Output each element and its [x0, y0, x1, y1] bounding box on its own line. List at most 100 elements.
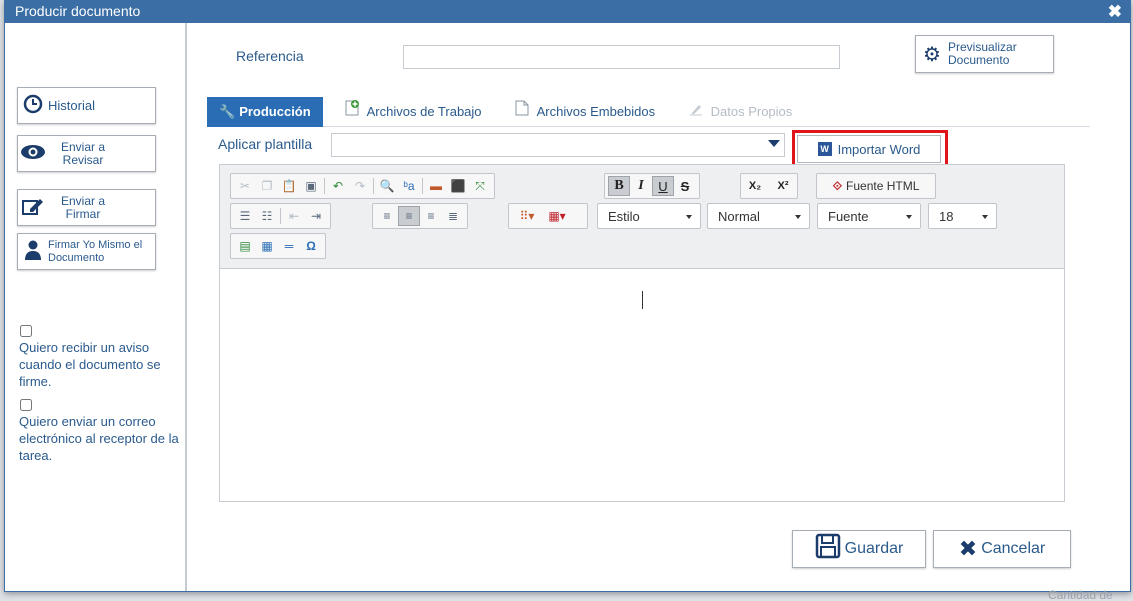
- sign-myself-label: Firmar Yo Mismo el Documento: [48, 238, 143, 264]
- embedded-file-icon: [515, 100, 533, 119]
- fullscreen-icon[interactable]: ⤧: [469, 176, 491, 196]
- reference-label: Referencia: [236, 48, 304, 64]
- import-word-button[interactable]: W Importar Word: [797, 135, 941, 163]
- strikethrough-icon[interactable]: S: [674, 176, 696, 196]
- chevron-down-icon: [768, 140, 780, 147]
- font-dropdown-value: Fuente: [828, 209, 869, 224]
- text-cursor: [642, 291, 643, 309]
- close-icon[interactable]: ✖: [1108, 2, 1122, 22]
- dialog-titlebar: Producir documento ✖: [5, 1, 1130, 23]
- tab-label: Archivos Embebidos: [536, 104, 656, 119]
- tab-datos-propios[interactable]: Datos Propios: [689, 97, 792, 127]
- toolbar-group-insert: ▤ ▦ ═ Ω: [230, 233, 326, 259]
- save-label: Guardar: [844, 540, 904, 557]
- toolbar-group-lists: ☰ ☷ ⇤ ⇥: [230, 203, 331, 229]
- tab-archivos-embebidos[interactable]: Archivos Embebidos: [515, 97, 655, 127]
- document-tabs: 🔧 Producción Archivos de Trabajo Archivos…: [207, 97, 1090, 127]
- insert-image-icon[interactable]: ▤: [234, 236, 256, 256]
- email-option: Quiero enviar un correo electrónico al r…: [19, 399, 181, 464]
- preview-document-button[interactable]: ⚙ Previsualizar Documento: [915, 35, 1054, 73]
- indent-icon[interactable]: ⇥: [305, 206, 327, 226]
- insert-table-icon[interactable]: ▦: [256, 236, 278, 256]
- notify-checkbox[interactable]: [20, 325, 32, 337]
- maximize-icon[interactable]: ⬛: [447, 176, 469, 196]
- clock-icon: [18, 94, 48, 117]
- template-select[interactable]: [331, 133, 785, 157]
- send-review-button[interactable]: Enviar a Revisar: [17, 135, 156, 172]
- wrench-icon: 🔧: [219, 104, 236, 119]
- tab-label: Archivos de Trabajo: [366, 104, 482, 119]
- toolbar-separator: [422, 178, 423, 194]
- redo-icon[interactable]: ↷: [349, 176, 371, 196]
- tab-label: Producción: [239, 104, 311, 119]
- find-icon[interactable]: 🔍: [376, 176, 398, 196]
- align-justify-icon[interactable]: ≣: [442, 206, 464, 226]
- undo-icon[interactable]: ↶: [327, 176, 349, 196]
- editor-content-area[interactable]: [220, 269, 1064, 501]
- chevron-down-icon: [795, 215, 801, 219]
- chevron-down-icon: [686, 215, 692, 219]
- outdent-icon[interactable]: ⇤: [283, 206, 305, 226]
- send-sign-button[interactable]: Enviar a Firmar: [17, 189, 156, 226]
- text-color-icon[interactable]: ⠿▾: [512, 206, 542, 226]
- replace-icon[interactable]: ᵇa: [398, 176, 420, 196]
- notify-checkbox-label: Quiero recibir un aviso cuando el docume…: [19, 340, 161, 389]
- style-dropdown-value: Estilo: [608, 209, 640, 224]
- copy-icon[interactable]: ❐: [256, 176, 278, 196]
- sign-pen-icon: [18, 196, 48, 219]
- toolbar-group-basic-styles: B I U S: [604, 173, 700, 199]
- toolbar-separator: [280, 208, 281, 224]
- special-char-icon[interactable]: Ω: [300, 236, 322, 256]
- paste-word-icon[interactable]: ▣: [300, 176, 322, 196]
- main-panel: Referencia ⚙ Previsualizar Documento 🔧 Pr…: [189, 23, 1130, 591]
- style-dropdown[interactable]: Estilo: [597, 203, 701, 229]
- bold-icon[interactable]: B: [608, 176, 630, 196]
- tab-produccion[interactable]: 🔧 Producción: [207, 97, 323, 127]
- horizontal-rule-icon[interactable]: ═: [278, 236, 300, 256]
- dialog-title: Producir documento: [15, 3, 141, 19]
- gear-icon: ⚙: [923, 43, 941, 66]
- floppy-disk-icon: [815, 533, 841, 565]
- save-button[interactable]: Guardar: [792, 530, 926, 568]
- bulleted-list-icon[interactable]: ☷: [256, 206, 278, 226]
- email-checkbox[interactable]: [20, 399, 32, 411]
- reference-input[interactable]: [403, 45, 840, 69]
- align-left-icon[interactable]: ≡: [376, 206, 398, 226]
- italic-icon[interactable]: I: [630, 176, 652, 196]
- import-word-label: Importar Word: [837, 141, 921, 157]
- cancel-button[interactable]: ✖ Cancelar: [933, 530, 1071, 568]
- align-right-icon[interactable]: ≡: [420, 206, 442, 226]
- chevron-down-icon: [982, 215, 988, 219]
- template-label: Aplicar plantilla: [218, 136, 313, 152]
- chevron-down-icon: [906, 215, 912, 219]
- cancel-label: Cancelar: [981, 540, 1046, 557]
- toolbar-group-clipboard: ✂ ❐ 📋 ▣ ↶ ↷ 🔍 ᵇa ▬ ⬛ ⤧: [230, 173, 495, 199]
- html-source-icon: ⟐: [832, 178, 843, 193]
- subscript-icon[interactable]: X₂: [744, 176, 766, 196]
- tab-label: Datos Propios: [710, 104, 793, 119]
- rich-text-editor: ✂ ❐ 📋 ▣ ↶ ↷ 🔍 ᵇa ▬ ⬛ ⤧ B I U S X₂ X² ⟐ F…: [219, 164, 1065, 502]
- sign-myself-button[interactable]: Firmar Yo Mismo el Documento: [17, 233, 156, 270]
- send-sign-label: Enviar a Firmar: [60, 193, 106, 221]
- align-center-icon[interactable]: ≡: [398, 206, 420, 226]
- cut-icon[interactable]: ✂: [234, 176, 256, 196]
- table-icon[interactable]: ▦▾: [542, 206, 572, 226]
- add-file-icon: [345, 100, 363, 119]
- source-html-button[interactable]: ⟐ Fuente HTML: [816, 173, 936, 199]
- paste-icon[interactable]: 📋: [278, 176, 300, 196]
- source-html-label: Fuente HTML: [846, 179, 920, 193]
- underline-icon[interactable]: U: [652, 176, 674, 196]
- font-dropdown[interactable]: Fuente: [817, 203, 921, 229]
- toolbar-group-colors: ⠿▾ ▦▾: [508, 203, 588, 229]
- image-icon[interactable]: ▬: [425, 176, 447, 196]
- tab-archivos-trabajo[interactable]: Archivos de Trabajo: [345, 97, 482, 127]
- numbered-list-icon[interactable]: ☰: [234, 206, 256, 226]
- font-size-dropdown[interactable]: 18: [928, 203, 997, 229]
- history-button[interactable]: Historial: [17, 87, 156, 124]
- format-dropdown[interactable]: Normal: [707, 203, 810, 229]
- preview-label: Previsualizar Documento: [948, 40, 1017, 67]
- notify-option: Quiero recibir un aviso cuando el docume…: [19, 325, 181, 390]
- edit-data-icon: [689, 104, 707, 119]
- user-icon: [18, 240, 48, 263]
- superscript-icon[interactable]: X²: [772, 176, 794, 196]
